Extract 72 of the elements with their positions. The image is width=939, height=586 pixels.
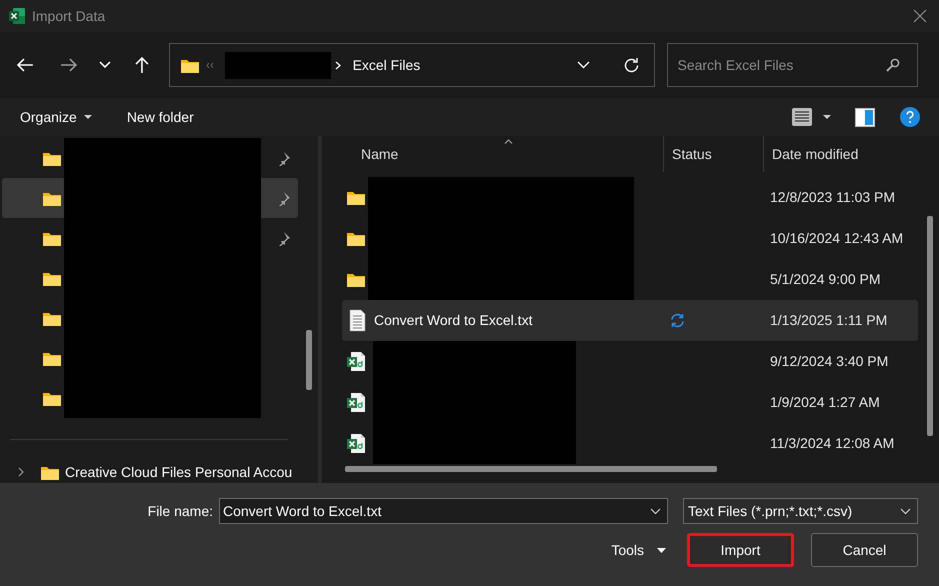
spreadsheet-file-icon [347, 392, 365, 413]
folder-icon [43, 310, 61, 326]
double-chevron-icon [206, 62, 214, 68]
search-field[interactable]: Search Excel Files [667, 43, 918, 87]
date-modified: 5/1/2024 9:00 PM [770, 270, 881, 289]
folder-icon [347, 190, 365, 205]
folder-icon [43, 230, 61, 246]
scrollbar-thumb[interactable] [306, 330, 312, 390]
field-value: Convert Word to Excel.txt [223, 502, 382, 520]
field-label: File name: [148, 502, 213, 520]
date-modified: 9/12/2024 3:40 PM [770, 352, 888, 371]
back-arrow-icon[interactable] [16, 57, 34, 73]
file-row[interactable]: 10/16/2024 12:43 AM [342, 218, 918, 259]
date-modified: 1/13/2025 1:11 PM [770, 311, 888, 330]
chevron-down-icon[interactable] [650, 508, 661, 514]
chevron-right-icon[interactable] [18, 467, 24, 477]
spreadsheet-app-icon [8, 7, 26, 25]
file-row[interactable]: 11/3/2024 12:08 AM [342, 423, 918, 464]
preview-pane-icon[interactable] [855, 108, 875, 126]
caret-icon[interactable] [823, 115, 831, 119]
close-icon[interactable] [913, 9, 927, 23]
folder-icon [180, 58, 199, 72]
help-icon[interactable] [900, 107, 920, 127]
folder-icon [41, 464, 59, 480]
column-header[interactable]: Status [663, 136, 763, 172]
column-header[interactable]: Date modified [763, 136, 913, 172]
refresh-icon[interactable] [623, 56, 640, 74]
tools-menu[interactable]: Tools [611, 540, 666, 560]
file-name-field[interactable]: Convert Word to Excel.txt [219, 498, 668, 524]
folder-icon [43, 270, 61, 286]
list-view-icon[interactable] [792, 108, 812, 126]
sidebar-item[interactable]: Creative Cloud Files Personal Accou [0, 462, 300, 482]
up-arrow-icon[interactable] [134, 56, 150, 74]
text-file-icon [349, 309, 366, 332]
file-type-dropdown[interactable]: Text Files (*.prn;*.txt;*.csv) [683, 498, 918, 524]
date-modified: 12/8/2023 11:03 PM [770, 188, 896, 207]
folder-icon [43, 150, 61, 166]
window-title: Import Data [32, 6, 106, 26]
cancel-button[interactable]: Cancel [811, 533, 918, 567]
new-folder-button[interactable]: New folder [126, 106, 194, 128]
chevron-down-icon [900, 508, 911, 514]
folder-icon [43, 190, 61, 206]
file-name: Convert Word to Excel.txt [374, 311, 532, 330]
spreadsheet-file-icon [347, 433, 365, 454]
chevron-right-icon [334, 60, 341, 70]
file-row[interactable]: 1/9/2024 1:27 AM [342, 382, 918, 423]
folder-icon [43, 390, 61, 406]
caret-icon [657, 548, 666, 552]
caret-icon [84, 115, 92, 119]
address-bar[interactable]: Excel Files [168, 43, 656, 87]
organize-menu[interactable]: Organize [20, 106, 92, 128]
import-button[interactable]: Import [687, 533, 794, 567]
file-row[interactable]: 9/12/2024 3:40 PM [342, 341, 918, 382]
spreadsheet-file-icon [347, 351, 365, 372]
scrollbar-thumb[interactable] [927, 216, 933, 436]
breadcrumb-folder[interactable]: Excel Files [352, 54, 420, 76]
file-row[interactable]: Convert Word to Excel.txt 1/13/2025 1:11 PM [342, 300, 918, 341]
search-placeholder: Search Excel Files [677, 56, 794, 74]
folder-icon [347, 272, 365, 287]
sidebar-label: Creative Cloud Files Personal Accou [65, 462, 292, 482]
sort-caret-icon [504, 139, 513, 144]
column-header[interactable]: Name [322, 136, 663, 172]
search-icon[interactable] [886, 58, 900, 72]
scrollbar-thumb[interactable] [345, 466, 717, 472]
file-row[interactable]: 12/8/2023 11:03 PM [342, 177, 918, 218]
forward-arrow-icon[interactable] [60, 57, 78, 73]
folder-icon [43, 350, 61, 366]
date-modified: 10/16/2024 12:43 AM [770, 229, 904, 248]
folder-icon [347, 231, 365, 246]
date-modified: 1/9/2024 1:27 AM [770, 393, 880, 412]
date-modified: 11/3/2024 12:08 AM [770, 434, 894, 453]
file-row[interactable]: 5/1/2024 9:00 PM [342, 259, 918, 300]
